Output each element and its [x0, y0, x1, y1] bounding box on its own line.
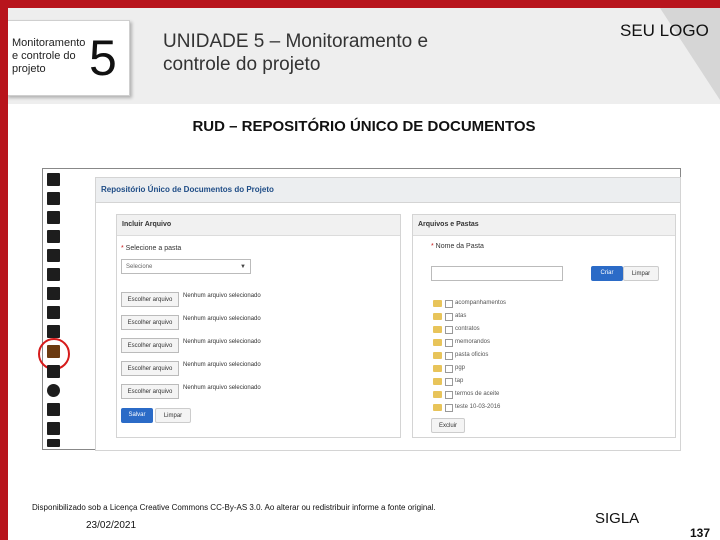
folder-name: teste 10-03-2016 — [455, 404, 501, 410]
module-tag: Monitoramento e controle do projeto 5 — [8, 20, 130, 96]
folder-icon — [433, 326, 442, 333]
choose-file-button[interactable]: Escolher arquivo — [121, 384, 179, 399]
checkbox[interactable] — [445, 313, 453, 321]
folder-name-label: * Nome da Pasta — [431, 243, 484, 250]
folder-icon — [433, 313, 442, 320]
app-title: Repositório Único de Documentos do Proje… — [96, 178, 680, 203]
delete-button[interactable]: Excluir — [431, 418, 465, 433]
checkbox[interactable] — [445, 391, 453, 399]
checkbox[interactable] — [445, 300, 453, 308]
license-footer: Disponibilizado sob a Licença Creative C… — [32, 503, 436, 512]
checkbox[interactable] — [445, 352, 453, 360]
copy-icon[interactable] — [47, 365, 60, 378]
checkbox[interactable] — [445, 339, 453, 347]
folder-name: tap — [455, 378, 464, 384]
choose-file-button[interactable]: Escolher arquivo — [121, 315, 179, 330]
icon-sidebar — [38, 169, 70, 449]
folder-name: acompanhamentos — [455, 300, 507, 306]
microphone-icon[interactable] — [47, 230, 60, 243]
fire-icon[interactable] — [47, 249, 60, 262]
chart-icon[interactable] — [47, 287, 60, 300]
folder-name: memorandos — [455, 339, 491, 345]
file-status: Nenhum arquivo selecionado — [183, 362, 261, 368]
table-icon[interactable] — [47, 306, 60, 319]
page-number: 137 — [690, 526, 711, 540]
pulse-icon[interactable] — [47, 192, 60, 205]
slide-date: 23/02/2021 — [86, 520, 137, 531]
clear-button[interactable]: Limpar — [623, 266, 659, 281]
folder-icon — [433, 300, 442, 307]
checkbox[interactable] — [445, 378, 453, 386]
folder-icon — [433, 352, 442, 359]
file-status: Nenhum arquivo selecionado — [183, 385, 261, 391]
section-title: RUD – REPOSITÓRIO ÚNICO DE DOCUMENTOS — [192, 118, 536, 135]
unit-title: UNIDADE 5 – Monitoramento e controle do … — [163, 31, 429, 75]
checkbox[interactable] — [445, 365, 453, 373]
repository-app: Repositório Único de Documentos do Proje… — [95, 177, 681, 451]
file-status: Nenhum arquivo selecionado — [183, 339, 261, 345]
archive-icon[interactable] — [47, 422, 60, 435]
folder-label: * Selecione a pasta — [121, 245, 182, 252]
module-number: 5 — [89, 30, 117, 86]
files-folders-panel: Arquivos e Pastas * Nome da Pasta Criar … — [412, 214, 676, 438]
folder-select[interactable]: Selecione ▼ — [121, 259, 251, 274]
folder-name: contratos — [455, 326, 480, 332]
folder-name: atas — [455, 313, 467, 319]
settings-icon[interactable] — [47, 439, 60, 447]
slide: Monitoramento e controle do projeto 5 UN… — [8, 8, 720, 540]
refresh-icon[interactable] — [47, 325, 60, 338]
folder-name-input[interactable] — [431, 266, 563, 281]
include-file-panel: Incluir Arquivo * Selecione a pasta Sele… — [116, 214, 401, 438]
save-button[interactable]: Salvar — [121, 408, 153, 423]
files-folders-title: Arquivos e Pastas — [413, 215, 675, 236]
document-icon[interactable] — [47, 268, 60, 281]
folder-name: termos de aceite — [455, 391, 500, 397]
file-status: Nenhum arquivo selecionado — [183, 293, 261, 299]
include-file-title: Incluir Arquivo — [117, 215, 400, 236]
create-button[interactable]: Criar — [591, 266, 623, 281]
file-status: Nenhum arquivo selecionado — [183, 316, 261, 322]
app-screenshot: Repositório Único de Documentos do Proje… — [38, 168, 681, 451]
logo-placeholder: SEU LOGO — [620, 21, 709, 40]
folder-icon — [433, 391, 442, 398]
choose-file-button[interactable]: Escolher arquivo — [121, 338, 179, 353]
list-icon[interactable] — [47, 403, 60, 416]
folder-icon — [433, 404, 442, 411]
chevron-down-icon: ▼ — [240, 264, 246, 270]
checkbox[interactable] — [445, 326, 453, 334]
check-icon[interactable] — [47, 384, 60, 397]
clear-button[interactable]: Limpar — [155, 408, 191, 423]
user-icon[interactable] — [47, 211, 60, 224]
folder-icon — [433, 378, 442, 385]
folder-name: pgp — [455, 365, 466, 371]
choose-file-button[interactable]: Escolher arquivo — [121, 361, 179, 376]
checkbox[interactable] — [445, 404, 453, 412]
folder-icon — [433, 339, 442, 346]
folder-name: pasta oficios — [455, 352, 489, 358]
calendar-icon[interactable] — [47, 173, 60, 186]
module-label: Monitoramento e controle do projeto — [12, 37, 86, 75]
folder-select-value: Selecione — [126, 264, 153, 270]
folder-icon — [433, 365, 442, 372]
sigla-label: SIGLA — [595, 510, 640, 527]
choose-file-button[interactable]: Escolher arquivo — [121, 292, 179, 307]
